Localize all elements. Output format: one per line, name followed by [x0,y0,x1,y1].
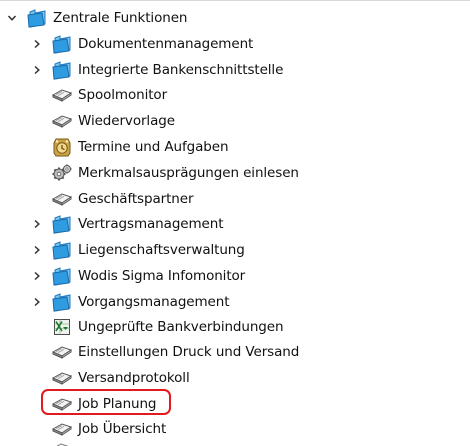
spreadsheet-icon [51,317,73,337]
tree-item-merkmalsauspraegungen-einlesen[interactable]: Merkmalsausprägungen einlesen [51,161,299,185]
top-border [0,0,470,1]
tree-item-label: Termine und Aufgaben [78,139,229,155]
tree-item-label: Liegenschaftsverwaltung [78,242,245,258]
folder-icon [51,60,73,80]
tree-item-label: Vorgangsmanagement [78,294,230,310]
gears-icon [51,163,73,183]
tree-item-spoolmonitor[interactable]: Spoolmonitor [51,83,167,107]
partially-visible-tree-item [50,438,210,446]
chevron-down-icon[interactable] [6,12,18,24]
tree-item-label: Spoolmonitor [78,87,168,103]
chevron-right-icon[interactable] [31,218,43,230]
tree-item-liegenschaftsverwaltung[interactable]: Liegenschaftsverwaltung [31,238,245,262]
tree-item-label: Dokumentenmanagement [78,36,254,52]
chevron-right-icon[interactable] [31,64,43,76]
tree-root-zentrale-funktionen[interactable]: Zentrale Funktionen [6,6,187,30]
tree-item-wodis-sigma-infomonitor[interactable]: Wodis Sigma Infomonitor [31,264,245,288]
tree-item-label: Geschäftspartner [78,191,194,207]
folder-icon [26,8,48,28]
tree-item-geschaeftspartner[interactable]: Geschäftspartner [51,187,194,211]
tree-item-label: Versandprotokoll [78,370,190,386]
folder-icon [51,240,73,260]
tree-item-versandprotokoll[interactable]: Versandprotokoll [51,366,190,390]
book-icon [51,368,73,388]
tree-item-einstellungen-druck-und-versand[interactable]: Einstellungen Druck und Versand [51,340,299,364]
book-icon [51,342,73,362]
tree-item-wiedervorlage[interactable]: Wiedervorlage [51,109,175,133]
tree-item-label: Ungeprüfte Bankverbindungen [78,319,284,335]
chevron-right-icon[interactable] [31,38,43,50]
folder-icon [51,266,73,286]
tree-item-vertragsmanagement[interactable]: Vertragsmanagement [31,212,224,236]
folder-icon [51,34,73,54]
tree-item-ungepruefte-bankverbindungen[interactable]: Ungeprüfte Bankverbindungen [51,315,284,339]
tree-item-label: Wiedervorlage [78,113,175,129]
tree-item-label: Vertragsmanagement [78,216,224,232]
tree-item-dokumentenmanagement[interactable]: Dokumentenmanagement [31,32,253,56]
chevron-right-icon[interactable] [31,244,43,256]
book-icon [51,111,73,131]
chevron-right-icon[interactable] [31,270,43,282]
highlight-annotation [41,389,171,415]
tree-item-termine-und-aufgaben[interactable]: Termine und Aufgaben [51,135,229,159]
folder-icon [51,214,73,234]
chevron-right-icon[interactable] [31,296,43,308]
tree-item-label: Wodis Sigma Infomonitor [78,268,246,284]
book-icon [51,85,73,105]
tree-item-label: Integrierte Bankenschnittstelle [78,62,284,78]
tree-item-vorgangsmanagement[interactable]: Vorgangsmanagement [31,290,230,314]
folder-icon [51,292,73,312]
tree-item-label: Zentrale Funktionen [53,10,188,26]
tree-item-label: Einstellungen Druck und Versand [78,344,300,360]
tree-item-integrierte-bankenschnittstelle[interactable]: Integrierte Bankenschnittstelle [31,58,283,82]
book-icon [51,419,73,439]
alarm-icon [51,137,73,157]
book-icon [51,189,73,209]
tree-item-label: Merkmalsausprägungen einlesen [78,165,299,181]
